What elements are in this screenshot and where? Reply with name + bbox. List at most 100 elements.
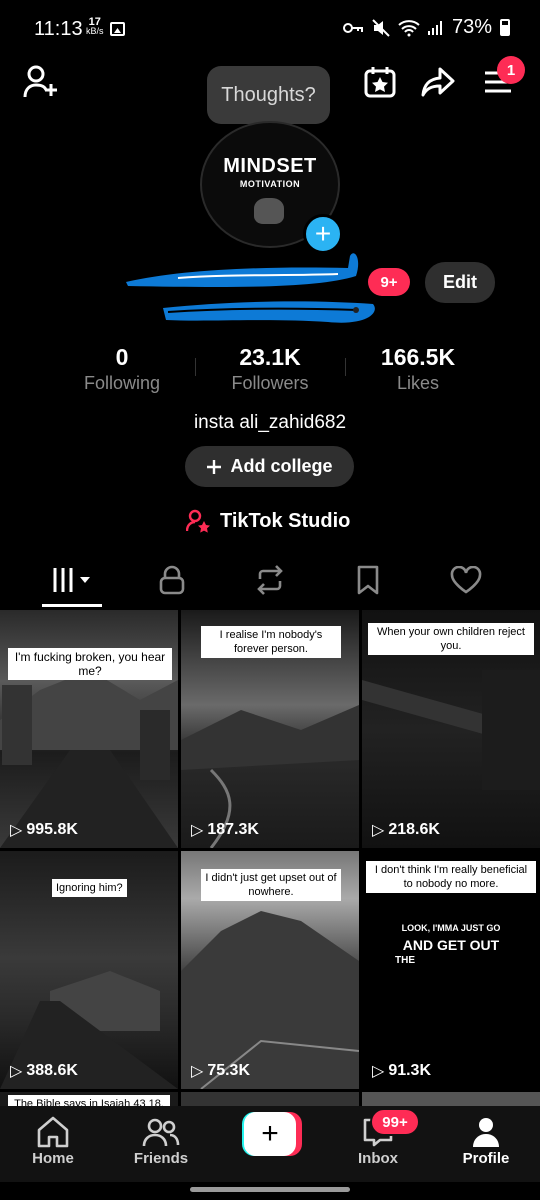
video-overlay-text: THE: [395, 955, 415, 966]
network-speed: 17 kB/s: [86, 17, 104, 36]
thumbnail-scene: [0, 670, 178, 848]
bookmark-icon: [357, 565, 379, 595]
nav-profile[interactable]: Profile: [441, 1114, 531, 1167]
video-caption: When your own children reject you.: [368, 623, 534, 655]
play-icon: ▷: [372, 822, 385, 839]
profile-tabs: [0, 560, 540, 608]
stat-followers[interactable]: 23.1K Followers: [200, 344, 340, 394]
nav-friends[interactable]: Friends: [116, 1114, 206, 1167]
profile-icon: [473, 1118, 499, 1147]
stat-following-label: Following: [83, 373, 161, 393]
video-thumbnail[interactable]: I realise I'm nobody's forever person. ▷…: [181, 610, 359, 848]
unread-badge: 9+: [368, 268, 410, 296]
video-thumbnail[interactable]: I don't think I'm really beneficial to n…: [362, 851, 540, 1089]
profile-bio: insta ali_zahid682: [193, 412, 347, 433]
video-thumbnail[interactable]: I didn't just get upset out of nowhere. …: [181, 851, 359, 1089]
avatar-face-image: [254, 198, 284, 224]
video-views: ▷ 187.3K: [191, 820, 259, 840]
play-icon: ▷: [372, 1063, 385, 1080]
edit-profile-button[interactable]: Edit: [425, 262, 495, 303]
video-caption: I'm fucking broken, you hear me?: [8, 648, 172, 680]
video-caption: I didn't just get upset out of nowhere.: [201, 869, 341, 901]
signal-icon: [427, 20, 442, 35]
video-views-count: 388.6K: [26, 1062, 78, 1079]
friends-icon: [142, 1118, 180, 1147]
studio-user-star-icon: [186, 509, 210, 533]
battery-icon: [500, 19, 510, 36]
stat-followers-label: Followers: [231, 373, 309, 393]
stat-divider: [345, 358, 346, 376]
stat-followers-value: 23.1K: [239, 344, 301, 370]
calendar-button[interactable]: [360, 62, 400, 102]
mute-icon: [372, 18, 390, 37]
video-views: ▷ 388.6K: [10, 1061, 78, 1081]
home-icon: [37, 1116, 69, 1148]
avatar-text-line1: MINDSET: [223, 155, 317, 177]
nav-home-label: Home: [32, 1150, 74, 1167]
add-college-label: Add college: [230, 456, 333, 476]
tiktok-studio-link[interactable]: TikTok Studio: [186, 506, 350, 536]
nav-inbox-label: Inbox: [358, 1150, 398, 1167]
video-caption: I don't think I'm really beneficial to n…: [366, 861, 536, 893]
add-user-icon: [23, 65, 57, 98]
tab-private[interactable]: [142, 560, 202, 600]
play-icon: ▷: [191, 822, 204, 839]
video-caption: I realise I'm nobody's forever person.: [201, 626, 341, 658]
inbox-badge: 99+: [370, 1108, 420, 1136]
create-video-button[interactable]: +: [238, 1112, 302, 1156]
play-icon: ▷: [191, 1063, 204, 1080]
add-friend-button[interactable]: [20, 62, 62, 102]
tab-videos[interactable]: [42, 560, 102, 600]
video-thumbnail[interactable]: When your own children reject you. ▷ 218.…: [362, 610, 540, 848]
video-views-count: 218.6K: [388, 821, 440, 838]
calendar-star-icon: [364, 67, 396, 98]
tab-liked[interactable]: [436, 560, 496, 600]
lock-icon: [159, 565, 185, 595]
status-bar: 11:13 17 kB/s 73%: [0, 0, 540, 58]
video-overlay-text: LOOK, I'MMA JUST GO: [401, 923, 501, 933]
avatar-text-line2: MOTIVATION: [239, 179, 301, 189]
video-thumbnail[interactable]: Ignoring him? ▷ 388.6K: [0, 851, 178, 1089]
stat-likes-label: Likes: [396, 373, 440, 393]
key-icon: [342, 22, 363, 33]
tiktok-studio-label: TikTok Studio: [220, 509, 351, 532]
plus-icon: [207, 459, 222, 474]
video-views: ▷ 218.6K: [372, 820, 440, 840]
redaction-scribble: [126, 253, 375, 323]
tab-favorites[interactable]: [338, 560, 398, 600]
video-caption: Ignoring him?: [52, 879, 127, 897]
video-views-count: 91.3K: [388, 1062, 432, 1079]
add-college-button[interactable]: Add college: [185, 446, 354, 487]
plus-icon: +: [244, 1112, 296, 1156]
heart-icon: [450, 566, 482, 594]
video-views-count: 187.3K: [207, 821, 259, 838]
stat-likes[interactable]: 166.5K Likes: [348, 344, 488, 394]
nav-home[interactable]: Home: [8, 1114, 98, 1167]
nav-friends-label: Friends: [133, 1150, 189, 1167]
play-icon: ▷: [10, 1063, 23, 1080]
tab-reposts[interactable]: [240, 560, 300, 600]
video-views: ▷ 91.3K: [372, 1061, 431, 1081]
video-overlay-text: AND GET OUT: [402, 937, 500, 953]
wifi-icon: [398, 19, 420, 36]
network-speed-unit: kB/s: [86, 26, 104, 36]
thoughts-bubble[interactable]: Thoughts?: [207, 66, 330, 124]
video-thumbnail[interactable]: I'm fucking broken, you hear me? ▷ 995.8K: [0, 610, 178, 848]
nav-profile-label: Profile: [462, 1150, 510, 1167]
video-views-count: 75.3K: [207, 1062, 251, 1079]
battery-percent: 73%: [451, 16, 492, 38]
video-views-count: 995.8K: [26, 821, 78, 838]
stat-likes-value: 166.5K: [380, 344, 456, 370]
play-icon: ▷: [10, 822, 23, 839]
share-profile-button[interactable]: [418, 62, 458, 102]
stat-divider: [195, 358, 196, 376]
video-views: ▷ 75.3K: [191, 1061, 250, 1081]
notification-badge: 1: [497, 56, 525, 84]
gallery-icon: [110, 22, 125, 36]
gesture-home-indicator[interactable]: [190, 1187, 350, 1192]
video-views: ▷ 995.8K: [10, 820, 78, 840]
status-time: 11:13: [34, 18, 83, 40]
repost-icon: [257, 565, 283, 595]
stat-following-value: 0: [115, 344, 129, 370]
stat-following[interactable]: 0 Following: [52, 344, 192, 394]
